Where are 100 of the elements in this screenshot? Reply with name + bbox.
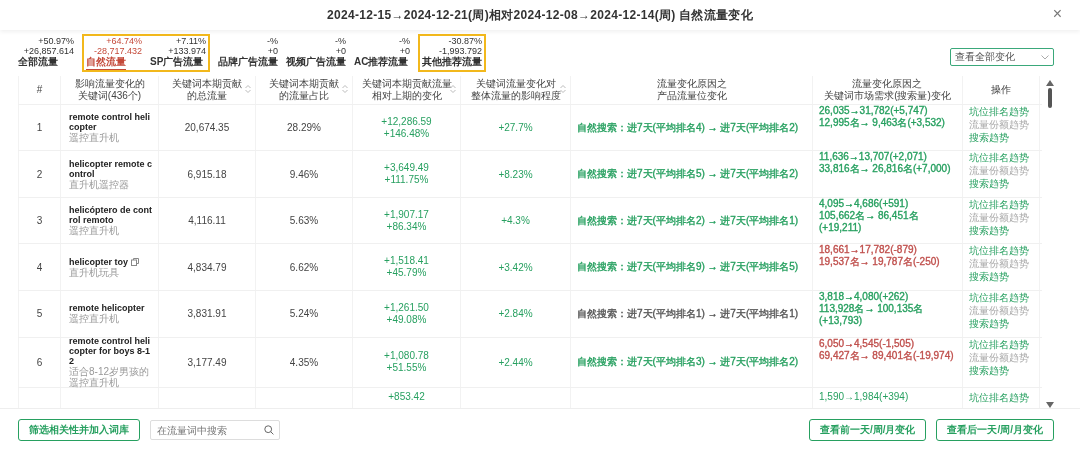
keyword-translation: 直升机玩具 [69,266,119,278]
row-number: 2 [36,168,43,180]
scrollbar-thumb[interactable] [1048,88,1052,108]
search-volume-change: 3,818→4,080(+262) [819,291,909,303]
table-cell: 9.46% [289,168,319,180]
table-cell: +51.55% [386,362,427,375]
search-volume-change: 11,636→13,707(+2,071) [819,151,927,164]
trend-link[interactable]: 坑位排名趋势 [969,151,1029,165]
table-cell: +1,261.50 [384,301,429,314]
trend-link[interactable]: 坑位排名趋势 [969,104,1029,118]
column-header: 关键词本期贡献 的流量占比 [269,77,339,102]
column-header: 关键词本期贡献流量 相对上期的变化 [361,77,452,102]
copy-icon[interactable] [131,257,139,266]
trend-link[interactable]: 搜索趋势 [969,177,1009,191]
trend-link[interactable]: 坑位排名趋势 [969,390,1029,404]
period-button[interactable]: 查看前一天/周/月变化 [808,418,927,441]
column-header: # [36,83,43,96]
keyword-text: helicopter toy [69,256,128,267]
table-cell: 4,834.79 [187,261,227,273]
search-volume-change: 12,995名→ 9,463名(+3,532) [819,116,945,129]
filter-dropdown[interactable]: 查看全部变化 [950,48,1054,66]
row-number: 3 [36,215,43,227]
search-field[interactable]: 在流量词中搜索 [150,420,280,440]
metric-tab[interactable]: -30.87% -1,993.792 其他推荐流量 [422,36,482,70]
trend-link[interactable]: 坑位排名趋势 [969,244,1029,258]
column-header: 流量变化原因之 关键词市场需求(搜索量)变化 [824,77,951,102]
table-cell: +146.48% [383,127,430,140]
search-volume-change: 18,661→17,782(-879) [819,244,917,257]
column-header: 操作 [991,83,1011,96]
trend-link[interactable]: 搜索趋势 [969,317,1009,330]
scroll-up-icon[interactable] [1046,80,1054,86]
trend-link[interactable]: 搜索趋势 [969,223,1009,237]
search-icon[interactable] [264,424,274,435]
table-cell: +45.79% [386,267,427,280]
search-volume-change: 1,590→1,984(+394) [819,390,909,402]
column-header: 关键词本期贡献 的总流量 [172,77,242,102]
search-volume-change: 69,427名→ 89,401名(-19,974) [819,349,954,362]
metric-tab[interactable]: +64.74% -28,717.432 自然流量 [86,36,142,70]
table-cell: +1,080.78 [384,350,429,363]
keyword-text: remote control helicopter [69,112,151,133]
metric-tab[interactable]: -% +0 视频广告流量 [286,36,346,70]
trend-link[interactable]: 坑位排名趋势 [969,291,1029,304]
table-cell: 3,831.91 [187,308,227,320]
table-cell: +8.23% [498,168,533,180]
keyword-translation: 遥控直升机 [69,132,119,144]
table-cell: 6,915.18 [187,168,227,180]
position-change-text: 自然搜索：进7天(平均排名1) → 进7天(平均排名1) [577,306,799,321]
period-button[interactable]: 查看后一天/周/月变化 [936,418,1054,441]
column-header: 流量变化原因之 产品流量位变化 [656,77,727,102]
metric-tab[interactable]: +50.97% +26,857.614 全部流量 [18,36,74,70]
table-cell: 20,674.35 [184,122,230,134]
table-cell: 3,177.49 [187,356,227,368]
position-change-text: 自然搜索：进7天(平均排名2) → 进7天(平均排名1) [577,213,799,228]
table-cell: 5.63% [289,215,319,227]
table-cell: 6.62% [289,261,319,273]
table-cell: +4.3% [501,215,530,227]
table-cell: +2.44% [498,356,533,368]
close-button[interactable]: × [1048,5,1066,23]
keyword-translation: 遥控直升机 [69,313,119,325]
table-cell: 28.29% [287,122,321,134]
keyword-text: remote helicopter [69,303,145,314]
trend-link[interactable]: 搜索趋势 [969,363,1009,377]
trend-link[interactable]: 搜索趋势 [969,270,1009,284]
table-cell: +1,518.41 [384,255,429,268]
keyword-text: helicóptero de control remoto [69,205,153,226]
trend-link[interactable]: 搜索趋势 [969,130,1009,144]
metric-tab[interactable]: -% +0 品牌广告流量 [218,36,278,70]
table-cell: +3,649.49 [384,162,429,175]
row-number: 1 [36,122,43,134]
trend-link[interactable]: 坑位排名趋势 [969,197,1029,211]
metric-tab[interactable]: -% +0 AC推荐流量 [354,36,410,70]
trend-link[interactable]: 坑位排名趋势 [969,337,1029,351]
scroll-down-icon[interactable] [1046,402,1054,408]
table-cell: +111.75% [384,174,429,187]
table-cell: +49.08% [386,313,427,326]
table-cell: 4.35% [289,356,319,368]
table-cell: +1,907.17 [384,208,429,221]
keyword-translation: 适合8-12岁男孩的遥控直升机 [69,366,150,389]
chevron-down-icon [1041,54,1049,60]
position-change-text: 自然搜索：进7天(平均排名9) → 进7天(平均排名5) [577,260,799,275]
table-cell: +27.7% [498,122,533,134]
search-volume-change: 19,537名→ 19,787名(-250) [819,256,940,269]
search-volume-change: 105,662名→ 86,451名(+19,211) [819,209,920,234]
search-volume-change: 33,816名→ 26,816名(+7,000) [819,163,951,176]
column-header: 影响流量变化的 关键词(436个) [74,77,145,102]
row-number: 4 [36,261,43,273]
keyword-translation: 遥控直升机 [69,225,119,237]
add-to-library-button[interactable]: 筛选相关性并加入词库 [18,418,140,441]
keyword-translation: 直升机遥控器 [69,178,129,190]
table-cell: +3.42% [498,261,533,273]
table-cell: 4,116.11 [188,215,226,227]
position-change-text: 自然搜索：进7天(平均排名5) → 进7天(平均排名2) [577,167,799,182]
search-volume-change: 4,095→4,686(+591) [819,197,909,210]
metric-tab[interactable]: +7.11% +133.974 SP广告流量 [150,36,206,70]
position-change-text: 自然搜索：进7天(平均排名4) → 进7天(平均排名2) [577,120,799,135]
keyword-text: helicopter remote control [69,158,154,179]
table-cell: 5.24% [289,308,319,320]
search-volume-change: 113,928名→ 100,135名(+13,793) [819,303,925,327]
column-header: 关键词流量变化对 整体流量的影响程度 [470,77,561,102]
keyword-text: remote control helicopter for boys 8-12 [69,336,152,367]
